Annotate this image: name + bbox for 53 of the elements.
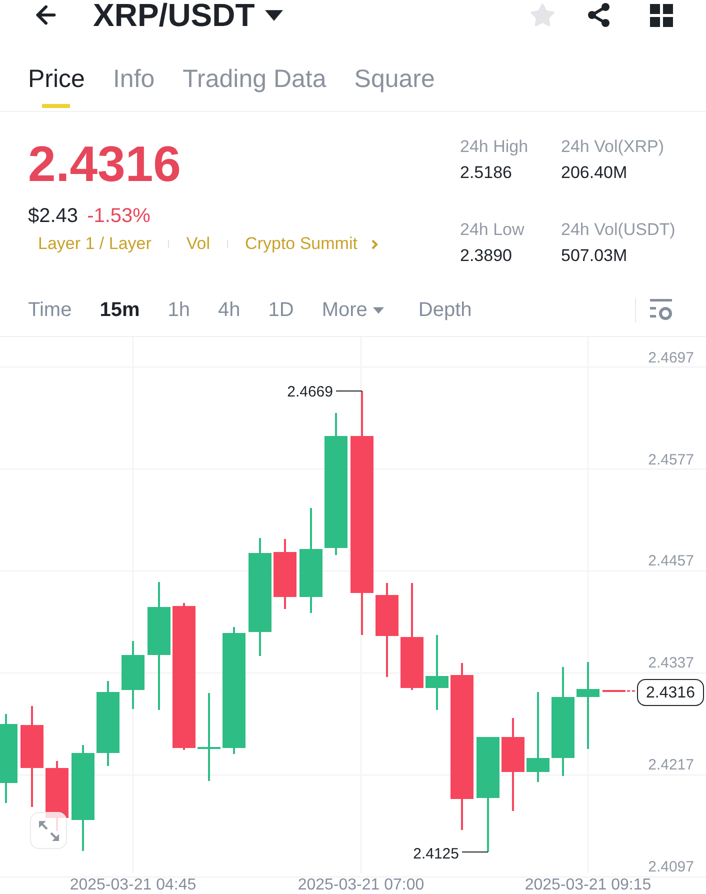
tab[interactable]: Info <box>112 63 155 108</box>
view-tab[interactable]: Depth <box>418 297 472 323</box>
interval-tab[interactable]: 15m <box>100 297 140 323</box>
usd-price: $2.43 <box>28 204 78 228</box>
low-price-label: 2.4125 <box>413 846 459 862</box>
interval-tab[interactable]: 1D <box>268 297 294 323</box>
stat-label: 24h Vol(USDT) <box>561 219 676 241</box>
caret-down-icon <box>264 10 283 20</box>
time-axis-label: 2025-03-21 04:45 <box>70 876 196 894</box>
axis-label: 2.4337 <box>648 654 694 672</box>
price-change: -1.53% <box>87 204 150 228</box>
category-link[interactable]: Crypto Summit <box>245 233 378 255</box>
stat-label: 24h Vol(XRP) <box>561 136 664 158</box>
star-icon <box>528 2 556 28</box>
leader-line <box>336 390 362 392</box>
high-price-label: 2.4669 <box>287 384 333 400</box>
tab[interactable]: Price <box>28 63 85 108</box>
category-tag[interactable]: Layer 1 / Layer <box>38 233 152 255</box>
chart-settings-icon <box>650 299 673 321</box>
layout-button[interactable] <box>650 4 673 26</box>
share-icon <box>586 2 612 28</box>
chart-settings-button[interactable] <box>650 299 673 321</box>
grid-icon <box>650 4 673 26</box>
axis-label: 2.4457 <box>648 552 694 570</box>
stat-value: 507.03M <box>561 245 628 267</box>
stat-label: 24h High <box>460 136 528 158</box>
bullish-candle <box>122 641 144 709</box>
interval-tab[interactable]: 1h <box>168 297 190 323</box>
caret-down-icon <box>373 306 384 314</box>
stat-value: 2.5186 <box>460 162 512 184</box>
axis-label: 2.4577 <box>648 452 694 468</box>
chevron-right-icon <box>371 238 378 250</box>
axis-label: 2.4217 <box>648 756 694 774</box>
price-line <box>627 690 636 692</box>
time-axis-label: 2025-03-21 07:00 <box>298 876 424 894</box>
axis-label: 2.4697 <box>648 350 694 366</box>
expand-chart-button[interactable] <box>30 812 67 849</box>
category-tag[interactable]: Vol <box>186 233 210 255</box>
more-dropdown[interactable]: More <box>322 297 384 323</box>
tab[interactable]: Trading Data <box>182 63 326 108</box>
tab[interactable]: Square <box>354 63 435 108</box>
interval-tab[interactable]: 4h <box>218 297 240 323</box>
last-price: 2.4316 <box>28 136 181 192</box>
last-price-tag: 2.4316 <box>637 679 704 706</box>
interval-tab[interactable]: Time <box>28 297 72 323</box>
stat-label: 24h Low <box>460 219 524 241</box>
stat-value: 2.3890 <box>460 245 512 267</box>
stat-value: 206.40M <box>561 162 628 184</box>
time-axis-label: 2025-03-21 09:15 <box>524 876 652 894</box>
bearish-candle <box>274 539 296 609</box>
share-button[interactable] <box>586 2 612 28</box>
axis-label: 2.4097 <box>648 858 694 876</box>
expand-icon <box>38 820 60 842</box>
